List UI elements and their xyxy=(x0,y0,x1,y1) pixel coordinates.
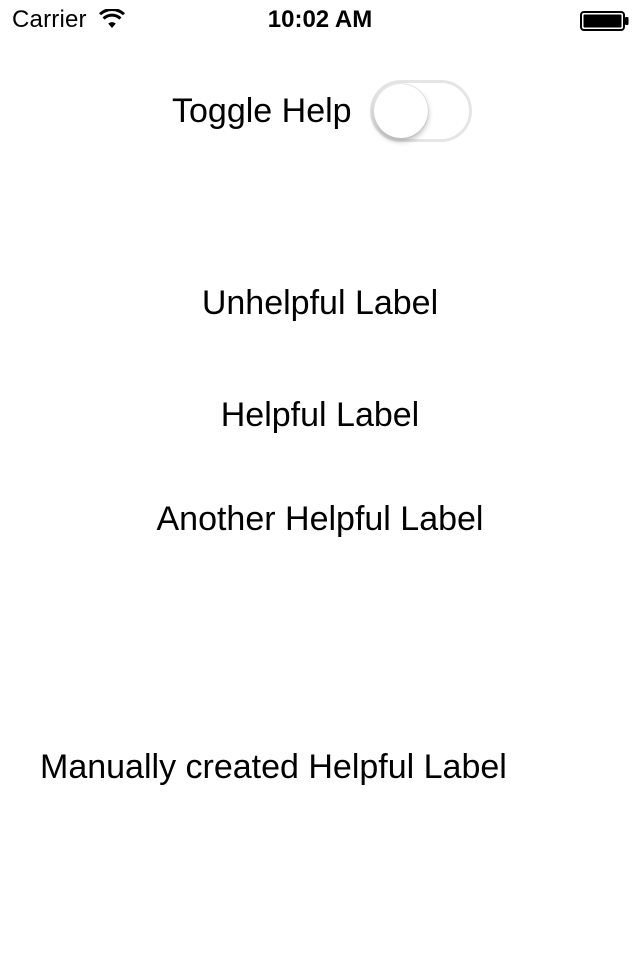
toggle-help-label: Toggle Help xyxy=(172,92,352,130)
toggle-help-switch[interactable] xyxy=(370,80,472,142)
manual-helpful-label: Manually created Helpful Label xyxy=(40,748,507,786)
battery-level-fill xyxy=(583,14,622,28)
status-time: 10:02 AM xyxy=(267,6,373,33)
unhelpful-label: Unhelpful Label xyxy=(201,284,439,322)
another-helpful-label: Another Helpful Label xyxy=(156,500,484,538)
toggle-knob[interactable] xyxy=(374,84,428,138)
helpful-label: Helpful Label xyxy=(220,396,420,434)
battery-icon xyxy=(580,11,629,31)
status-bar: Carrier 10:02 AM xyxy=(0,0,640,40)
app-screen: Carrier 10:02 AM Toggle Help Unhelpful L… xyxy=(0,0,640,960)
